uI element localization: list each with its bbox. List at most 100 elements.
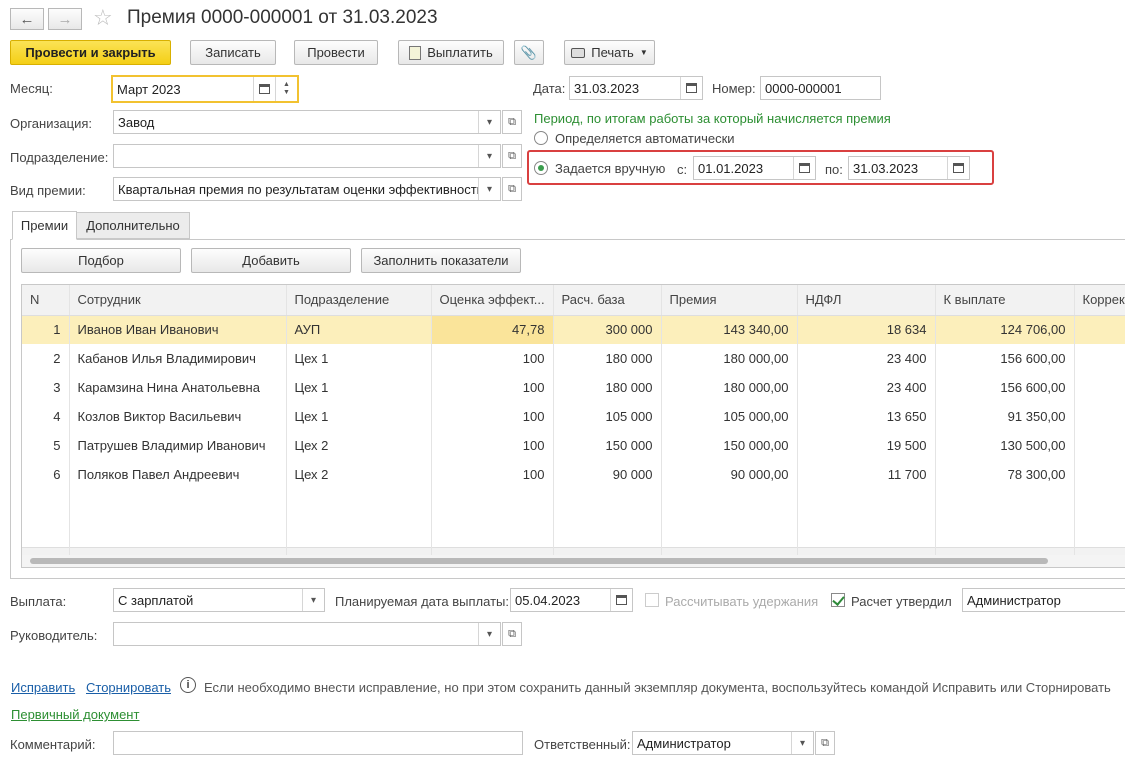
print-button[interactable]: Печать ▼: [564, 40, 655, 65]
cell-bonus[interactable]: 143 340,00: [661, 315, 798, 344]
cell-department[interactable]: Цех 2: [286, 431, 432, 460]
cell-ndfl[interactable]: 23 400: [797, 344, 936, 373]
payment-field[interactable]: С зарплатой ▾: [113, 588, 325, 612]
calendar-icon[interactable]: [610, 589, 632, 611]
cell-correction[interactable]: [1074, 344, 1125, 373]
cell-payout[interactable]: 78 300,00: [935, 460, 1075, 489]
cell-correction[interactable]: [1074, 402, 1125, 431]
cell-base[interactable]: 300 000: [553, 315, 662, 344]
cell-correction[interactable]: [1074, 460, 1125, 489]
responsible-field[interactable]: Администратор ▾: [632, 731, 814, 755]
cell-employee[interactable]: Иванов Иван Иванович: [69, 315, 287, 344]
open-bonus-type-icon[interactable]: ⧉: [502, 177, 522, 201]
manager-field[interactable]: ▾: [113, 622, 501, 646]
open-manager-icon[interactable]: ⧉: [502, 622, 522, 646]
date-field[interactable]: 31.03.2023: [569, 76, 703, 100]
cell-base[interactable]: 150 000: [553, 431, 662, 460]
column-header-ndfl[interactable]: НДФЛ: [797, 285, 936, 316]
table-row[interactable]: 2 Кабанов Илья Владимирович Цех 1 100 18…: [22, 344, 1125, 373]
cell-base[interactable]: 180 000: [553, 344, 662, 373]
post-and-close-button[interactable]: Провести и закрыть: [10, 40, 171, 65]
scrollbar-thumb[interactable]: [30, 558, 1048, 564]
cell-department[interactable]: Цех 1: [286, 344, 432, 373]
cell-bonus[interactable]: 150 000,00: [661, 431, 798, 460]
cell-base[interactable]: 105 000: [553, 402, 662, 431]
dropdown-icon[interactable]: ▾: [478, 145, 500, 167]
cell-employee[interactable]: Кабанов Илья Владимирович: [69, 344, 287, 373]
cell-department[interactable]: Цех 1: [286, 373, 432, 402]
cell-payout[interactable]: 156 600,00: [935, 344, 1075, 373]
select-button[interactable]: Подбор: [21, 248, 181, 273]
cell-bonus[interactable]: 180 000,00: [661, 373, 798, 402]
calendar-icon[interactable]: [253, 77, 275, 101]
cell-evaluation[interactable]: 100: [431, 402, 554, 431]
number-field[interactable]: 0000-000001: [760, 76, 881, 100]
cell-payout[interactable]: 124 706,00: [935, 315, 1075, 344]
cell-employee[interactable]: Поляков Павел Андреевич: [69, 460, 287, 489]
period-to-field[interactable]: 31.03.2023: [848, 156, 970, 180]
cell-bonus[interactable]: 90 000,00: [661, 460, 798, 489]
dropdown-icon[interactable]: ▾: [478, 623, 500, 645]
pay-button[interactable]: Выплатить: [398, 40, 504, 65]
table-row[interactable]: 4 Козлов Виктор Васильевич Цех 1 100 105…: [22, 402, 1125, 431]
save-button[interactable]: Записать: [190, 40, 276, 65]
tab-bonuses[interactable]: Премии: [12, 211, 77, 240]
column-header-payout[interactable]: К выплате: [935, 285, 1075, 316]
primary-document-link[interactable]: Первичный документ: [11, 707, 139, 722]
fill-indicators-button[interactable]: Заполнить показатели: [361, 248, 521, 273]
cell-evaluation[interactable]: 100: [431, 344, 554, 373]
organization-field[interactable]: Завод ▾: [113, 110, 501, 134]
favorite-star-icon[interactable]: ☆: [93, 5, 113, 31]
cell-employee[interactable]: Карамзина Нина Анатольевна: [69, 373, 287, 402]
cell-bonus[interactable]: 180 000,00: [661, 344, 798, 373]
table-row[interactable]: 5 Патрушев Владимир Иванович Цех 2 100 1…: [22, 431, 1125, 460]
back-button[interactable]: ←: [10, 8, 44, 30]
cell-employee[interactable]: Козлов Виктор Васильевич: [69, 402, 287, 431]
add-button[interactable]: Добавить: [191, 248, 351, 273]
calc-deductions-checkbox[interactable]: [645, 593, 659, 607]
cell-ndfl[interactable]: 18 634: [797, 315, 936, 344]
cell-correction[interactable]: [1074, 373, 1125, 402]
cell-evaluation[interactable]: 100: [431, 460, 554, 489]
cell-ndfl[interactable]: 11 700: [797, 460, 936, 489]
column-header-evaluation[interactable]: Оценка эффект...: [431, 285, 554, 316]
dropdown-icon[interactable]: ▾: [791, 732, 813, 754]
cell-evaluation[interactable]: 47,78: [431, 315, 554, 344]
period-from-field[interactable]: 01.01.2023: [693, 156, 816, 180]
table-row[interactable]: 1 Иванов Иван Иванович АУП 47,78 300 000…: [22, 315, 1125, 344]
bonuses-table[interactable]: N Сотрудник Подразделение Оценка эффект.…: [21, 284, 1125, 568]
column-header-base[interactable]: Расч. база: [553, 285, 662, 316]
cell-payout[interactable]: 130 500,00: [935, 431, 1075, 460]
dropdown-icon[interactable]: ▾: [478, 111, 500, 133]
table-row[interactable]: 3 Карамзина Нина Анатольевна Цех 1 100 1…: [22, 373, 1125, 402]
cell-department[interactable]: АУП: [286, 315, 432, 344]
department-field[interactable]: ▾: [113, 144, 501, 168]
reverse-link[interactable]: Сторнировать: [86, 680, 171, 695]
calendar-icon[interactable]: [947, 157, 969, 179]
cell-base[interactable]: 180 000: [553, 373, 662, 402]
cell-correction[interactable]: [1074, 431, 1125, 460]
month-spin-icon[interactable]: ▲ ▼: [275, 77, 297, 101]
cell-ndfl[interactable]: 19 500: [797, 431, 936, 460]
cell-evaluation[interactable]: 100: [431, 431, 554, 460]
correct-link[interactable]: Исправить: [11, 680, 75, 695]
column-header-department[interactable]: Подразделение: [286, 285, 432, 316]
cell-department[interactable]: Цех 1: [286, 402, 432, 431]
column-header-employee[interactable]: Сотрудник: [69, 285, 287, 316]
post-button[interactable]: Провести: [294, 40, 378, 65]
cell-payout[interactable]: 156 600,00: [935, 373, 1075, 402]
table-row[interactable]: 6 Поляков Павел Андреевич Цех 2 100 90 0…: [22, 460, 1125, 489]
calendar-icon[interactable]: [680, 77, 702, 99]
dropdown-icon[interactable]: ▾: [478, 178, 500, 200]
column-header-bonus[interactable]: Премия: [661, 285, 798, 316]
planned-date-field[interactable]: 05.04.2023: [510, 588, 633, 612]
cell-correction[interactable]: [1074, 315, 1125, 344]
column-header-n[interactable]: N: [22, 285, 70, 316]
cell-department[interactable]: Цех 2: [286, 460, 432, 489]
dropdown-icon[interactable]: ▾: [302, 589, 324, 611]
calendar-icon[interactable]: [793, 157, 815, 179]
cell-base[interactable]: 90 000: [553, 460, 662, 489]
period-auto-radio[interactable]: [534, 131, 548, 145]
column-header-correction[interactable]: Коррект: [1074, 285, 1125, 316]
approved-checkbox[interactable]: [831, 593, 845, 607]
